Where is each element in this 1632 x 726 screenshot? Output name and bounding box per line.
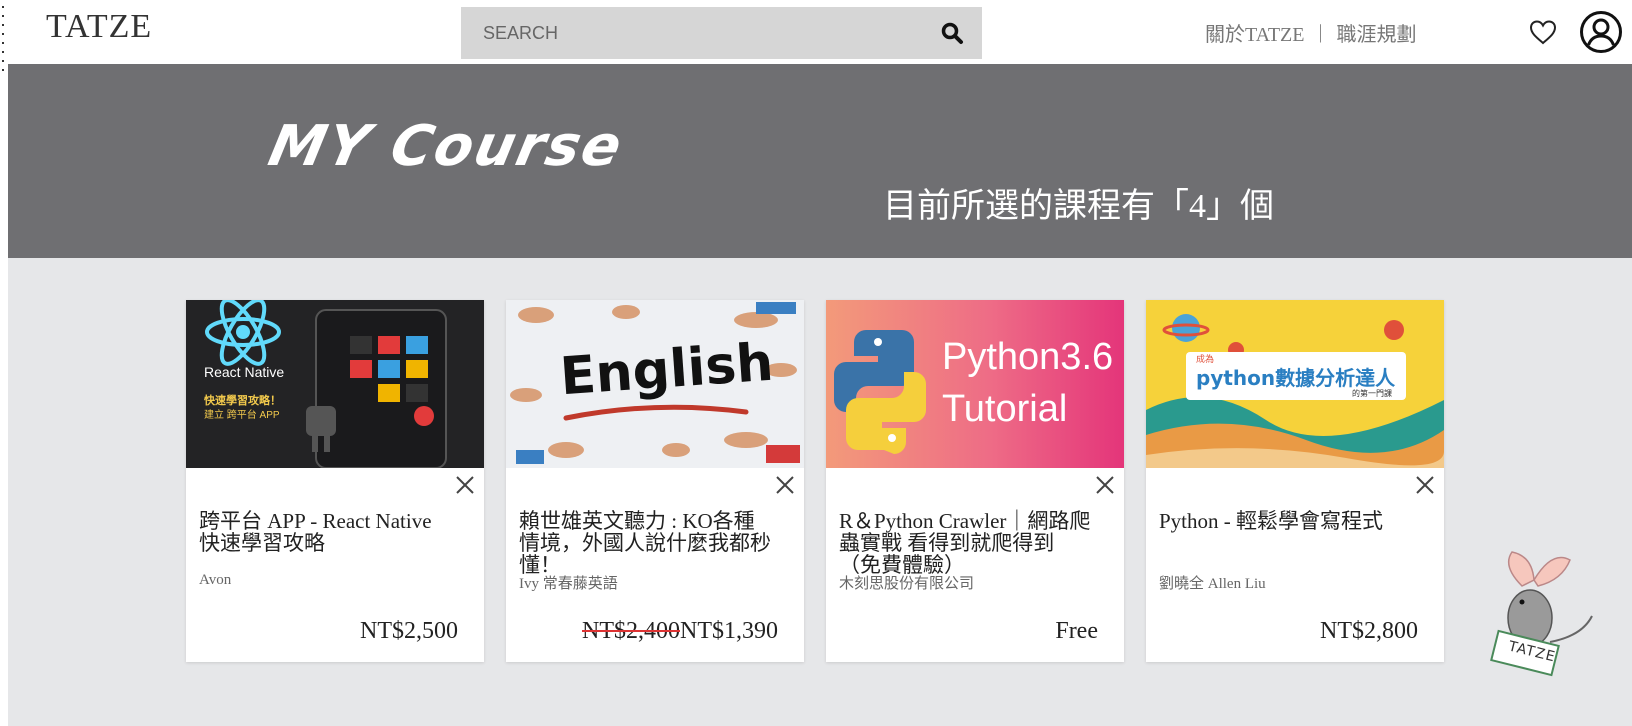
course-author: 木刻思股份有限公司 bbox=[839, 576, 975, 592]
thumb-label-react: React Native bbox=[204, 364, 285, 380]
course-thumbnail: React Native 快速學習攻略！ 建立 跨平台 APP bbox=[186, 300, 484, 468]
react-native-illustration bbox=[205, 300, 447, 468]
search-button[interactable] bbox=[932, 15, 972, 51]
course-card[interactable]: Python3.6 Tutorial R＆Python Crawler｜網路爬蟲… bbox=[826, 300, 1124, 662]
course-title: 跨平台 APP - React Native 快速學習攻略 bbox=[199, 509, 432, 555]
close-icon[interactable] bbox=[452, 472, 478, 498]
course-price: NT$2,500 bbox=[360, 618, 458, 644]
mascot-illustration bbox=[1490, 551, 1593, 677]
banner-subtitle: 目前所選的課程有「4」個 bbox=[883, 188, 1274, 225]
course-title: Python - 輕鬆學會寫程式 bbox=[1159, 509, 1384, 533]
course-card[interactable]: English 賴世雄英文聽力 : KO各種情境，外國人說什麼我都秒懂！ Ivy… bbox=[506, 300, 804, 662]
top-nav: 關於TATZE | 職涯規劃 bbox=[1205, 18, 1417, 47]
thumb-python-line2: Tutorial bbox=[942, 388, 1068, 430]
course-price: NT$1,390 bbox=[680, 618, 778, 644]
course-title: R＆Python Crawler｜網路爬蟲實戰 看得到就爬得到（免費體驗） bbox=[839, 509, 1091, 577]
close-icon[interactable] bbox=[1412, 472, 1438, 498]
thumb-python-line1: Python3.6 bbox=[942, 336, 1114, 378]
course-thumbnail: English bbox=[506, 300, 804, 468]
window-edge-dots bbox=[2, 6, 6, 76]
thumb-main-text: python數據分析達人 bbox=[1196, 366, 1396, 390]
course-author: Ivy 常春藤英語 bbox=[519, 576, 618, 592]
course-old-price: NT$2,400 bbox=[582, 618, 680, 644]
close-icon[interactable] bbox=[1092, 472, 1118, 498]
course-price: NT$2,800 bbox=[1320, 618, 1418, 644]
nav-career[interactable]: 職涯規劃 bbox=[1337, 18, 1417, 47]
course-list-area: React Native 快速學習攻略！ 建立 跨平台 APP 跨平台 APP … bbox=[8, 258, 1632, 726]
course-price: Free bbox=[1055, 618, 1098, 644]
course-author: 劉曉全 Allen Liu bbox=[1159, 576, 1266, 592]
course-price-group: NT$2,400NT$1,390 bbox=[582, 618, 778, 645]
course-author: Avon bbox=[199, 572, 232, 588]
course-thumbnail: Python3.6 Tutorial bbox=[826, 300, 1124, 468]
nav-separator: | bbox=[1318, 21, 1323, 43]
python-logo-illustration bbox=[834, 330, 926, 454]
course-thumbnail: 成為 python數據分析達人 的第一門課 bbox=[1146, 300, 1444, 468]
close-icon[interactable] bbox=[772, 472, 798, 498]
site-logo[interactable]: TATZE bbox=[46, 8, 152, 46]
search-input[interactable] bbox=[461, 7, 923, 59]
thumb-tag-text: 的第一門課 bbox=[1352, 389, 1392, 398]
nav-about[interactable]: 關於TATZE bbox=[1205, 18, 1305, 47]
mascot-mouse: TATZE bbox=[1482, 546, 1602, 686]
search-icon bbox=[941, 22, 963, 44]
user-icon[interactable] bbox=[1579, 10, 1623, 54]
thumb-label-build: 建立 跨平台 APP bbox=[204, 410, 280, 421]
course-title: 賴世雄英文聽力 : KO各種情境，外國人說什麼我都秒懂！ bbox=[519, 509, 771, 577]
top-header: TATZE 關於TATZE | 職涯規劃 bbox=[8, 0, 1632, 64]
banner-title: MY Course bbox=[263, 114, 630, 179]
course-card[interactable]: 成為 python數據分析達人 的第一門課 Python - 輕鬆學會寫程式 劉… bbox=[1146, 300, 1444, 662]
heart-icon[interactable] bbox=[1527, 16, 1559, 48]
course-card[interactable]: React Native 快速學習攻略！ 建立 跨平台 APP 跨平台 APP … bbox=[186, 300, 484, 662]
search-bar bbox=[461, 7, 982, 59]
hero-banner: MY Course 目前所選的課程有「4」個 bbox=[8, 64, 1632, 258]
